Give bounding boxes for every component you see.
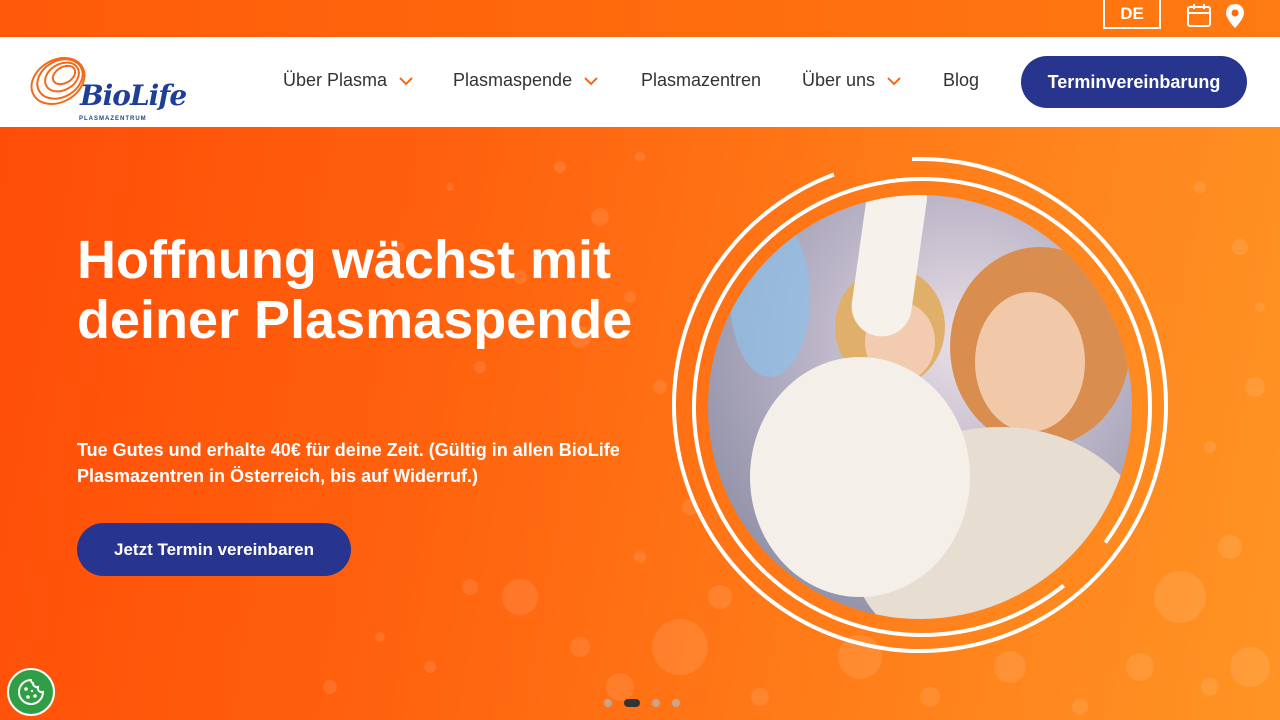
carousel-dot[interactable] bbox=[652, 699, 660, 707]
nav-item-label: Plasmaspende bbox=[453, 70, 573, 90]
logo-wordmark: BioLife bbox=[80, 79, 187, 112]
main-header: BioLife PLASMAZENTRUM Über Plasma Plasma… bbox=[0, 37, 1280, 127]
nav-item-label: Über uns bbox=[802, 70, 876, 90]
jetzt-termin-button[interactable]: Jetzt Termin vereinbaren bbox=[77, 523, 351, 576]
chevron-down-icon bbox=[887, 70, 901, 91]
carousel-dot[interactable] bbox=[672, 699, 680, 707]
chevron-down-icon bbox=[584, 70, 598, 91]
nav-item-ueber-uns[interactable]: Über uns bbox=[802, 70, 901, 91]
carousel-indicators bbox=[604, 699, 680, 707]
carousel-dot[interactable] bbox=[604, 699, 612, 707]
nav-item-label: Über Plasma bbox=[283, 70, 388, 90]
nav-item-label: Blog bbox=[943, 70, 980, 90]
biolife-logo[interactable]: BioLife PLASMAZENTRUM bbox=[30, 47, 187, 122]
hero-section: Hoffnung wächst mit deiner Plasmaspende … bbox=[0, 127, 1280, 720]
hero-headline: Hoffnung wächst mit deiner Plasmaspende bbox=[77, 230, 633, 350]
location-pin-icon[interactable] bbox=[1224, 3, 1246, 34]
logo-subtitle: PLASMAZENTRUM bbox=[79, 116, 147, 122]
nav-item-plasmazentren[interactable]: Plasmazentren bbox=[641, 70, 761, 91]
calendar-icon[interactable] bbox=[1186, 3, 1212, 34]
language-switcher[interactable]: DE bbox=[1103, 0, 1161, 29]
carousel-dot-active[interactable] bbox=[624, 699, 640, 707]
nav-item-plasmaspende[interactable]: Plasmaspende bbox=[453, 70, 598, 91]
chevron-down-icon bbox=[399, 70, 413, 91]
nav-item-label: Plasmazentren bbox=[641, 70, 762, 90]
cookie-icon bbox=[18, 678, 45, 705]
cookie-settings-button[interactable] bbox=[7, 668, 55, 716]
nav-item-ueber-plasma[interactable]: Über Plasma bbox=[283, 70, 413, 91]
top-utility-bar: DE bbox=[0, 0, 1280, 37]
nav-item-blog[interactable]: Blog bbox=[943, 70, 979, 91]
hero-photo bbox=[660, 147, 1200, 677]
hero-subtext: Tue Gutes und erhalte 40€ für deine Zeit… bbox=[77, 440, 620, 486]
terminvereinbarung-button[interactable]: Terminvereinbarung bbox=[1021, 56, 1247, 108]
